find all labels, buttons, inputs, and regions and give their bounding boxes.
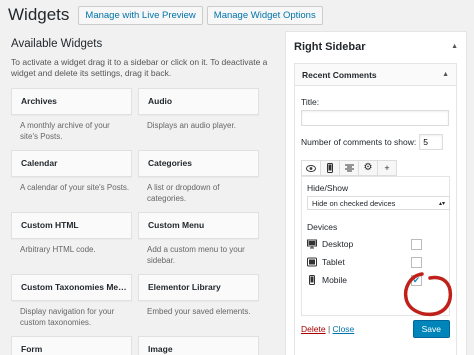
- page-title: Widgets: [8, 5, 70, 24]
- widget-title[interactable]: Custom HTML: [11, 212, 132, 239]
- collapse-arrow-icon[interactable]: ▲: [442, 71, 449, 78]
- widget-custom-taxonomies-menu[interactable]: Custom Taxonomies Me… Display navigation…: [11, 274, 132, 330]
- widget-title[interactable]: Archives: [11, 88, 132, 115]
- widget-header[interactable]: Recent Comments ▲: [295, 64, 456, 86]
- widget-title[interactable]: Image: [138, 336, 259, 355]
- desktop-icon: [307, 239, 317, 249]
- sidebar-header[interactable]: Right Sidebar ▲: [286, 32, 466, 61]
- plus-icon[interactable]: +: [377, 160, 397, 176]
- mobile-icon: [307, 275, 317, 285]
- widget-description: A list or dropdown of categories.: [147, 183, 220, 203]
- mobile-icon[interactable]: [320, 160, 340, 176]
- sidebar-title: Right Sidebar: [294, 40, 366, 53]
- widget-calendar[interactable]: Calendar A calendar of your site's Posts…: [11, 150, 132, 206]
- devices-label: Devices: [307, 222, 338, 232]
- widget-title[interactable]: Custom Taxonomies Me…: [11, 274, 132, 301]
- title-label: Title:: [301, 97, 320, 107]
- widget-description: Embed your saved elements.: [147, 307, 251, 316]
- device-row-desktop: Desktop: [307, 238, 444, 250]
- widget-description: Add a custom menu to your sidebar.: [147, 245, 245, 265]
- hide-show-select[interactable]: Hide on checked devices ▴▾: [307, 196, 450, 210]
- widget-custom-menu[interactable]: Custom Menu Add a custom menu to your si…: [138, 212, 259, 268]
- widget-description: Arbitrary HTML code.: [20, 245, 96, 254]
- delete-link[interactable]: Delete: [301, 324, 326, 334]
- widget-title[interactable]: Form: [11, 336, 132, 355]
- hide-show-value: Hide on checked devices: [312, 198, 396, 208]
- device-name: Mobile: [322, 275, 348, 285]
- widget-title[interactable]: Elementor Library: [138, 274, 259, 301]
- checkmark-icon: ✔: [412, 274, 421, 285]
- comment-count-label: Number of comments to show:: [301, 137, 417, 147]
- tablet-checkbox[interactable]: [411, 256, 422, 268]
- manage-live-preview-button[interactable]: Manage with Live Preview: [78, 5, 203, 25]
- select-arrows-icon: ▴▾: [438, 200, 445, 207]
- widget-title: Recent Comments: [302, 69, 377, 80]
- device-name: Tablet: [322, 257, 345, 267]
- widget-archives[interactable]: Archives A monthly archive of your site'…: [11, 88, 132, 144]
- available-widgets-title: Available Widgets: [11, 38, 103, 50]
- title-input[interactable]: [301, 110, 449, 126]
- device-row-tablet: Tablet: [307, 256, 444, 268]
- available-widgets-list: Archives A monthly archive of your site'…: [11, 88, 259, 355]
- widget-title[interactable]: Audio: [138, 88, 259, 115]
- visibility-panel: Hide/Show Hide on checked devices ▴▾ Dev…: [301, 176, 450, 316]
- visibility-tabs: ⚙ +: [301, 160, 450, 176]
- save-button[interactable]: Save: [412, 320, 450, 338]
- align-icon[interactable]: [339, 160, 359, 176]
- manage-widget-options-button[interactable]: Manage Widget Options: [206, 5, 323, 25]
- page-header: Widgets Manage with Live Preview Manage …: [8, 5, 323, 25]
- widget-elementor-library[interactable]: Elementor Library Embed your saved eleme…: [138, 274, 259, 330]
- widget-title[interactable]: Custom Menu: [138, 212, 259, 239]
- mobile-checkbox[interactable]: ✔: [411, 274, 422, 286]
- widget-title[interactable]: Calendar: [11, 150, 132, 177]
- device-name: Desktop: [322, 239, 354, 249]
- widget-footer: Delete | Close Save: [301, 320, 450, 338]
- widget-form[interactable]: Form: [11, 336, 132, 355]
- link-separator: |: [327, 324, 331, 334]
- widget-custom-html[interactable]: Custom HTML Arbitrary HTML code.: [11, 212, 132, 268]
- available-widgets-description: To activate a widget drag it to a sideba…: [11, 57, 268, 78]
- widget-image[interactable]: Image: [138, 336, 259, 355]
- collapse-arrow-icon[interactable]: ▲: [451, 43, 458, 50]
- recent-comments-widget: Recent Comments ▲ Title: Number of comme…: [294, 63, 457, 355]
- tablet-icon: [307, 257, 317, 267]
- hide-show-label: Hide/Show: [307, 183, 349, 193]
- gear-icon[interactable]: ⚙: [358, 160, 378, 176]
- widget-title[interactable]: Categories: [138, 150, 259, 177]
- desktop-checkbox[interactable]: [411, 238, 422, 250]
- widget-description: A monthly archive of your site's Posts.: [20, 121, 110, 141]
- widget-description: Displays an audio player.: [147, 121, 236, 130]
- close-link[interactable]: Close: [333, 324, 355, 334]
- widget-audio[interactable]: Audio Displays an audio player.: [138, 88, 259, 144]
- widget-description: A calendar of your site's Posts.: [20, 183, 130, 192]
- widget-description: Display navigation for your custom taxon…: [20, 307, 115, 327]
- widget-categories[interactable]: Categories A list or dropdown of categor…: [138, 150, 259, 206]
- eye-icon[interactable]: [301, 160, 321, 176]
- comment-count-input[interactable]: [419, 134, 444, 150]
- device-row-mobile: Mobile ✔: [307, 274, 444, 286]
